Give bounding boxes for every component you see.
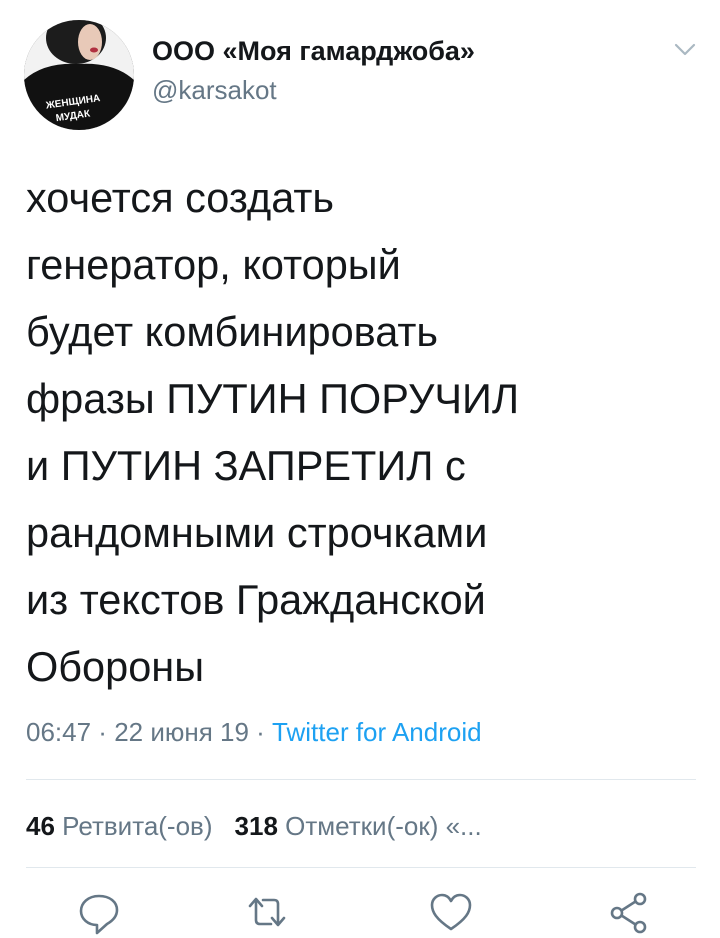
- reply-icon[interactable]: [74, 888, 124, 938]
- retweet-icon[interactable]: [242, 888, 292, 938]
- retweets-count[interactable]: 46: [26, 811, 55, 841]
- divider: [26, 867, 696, 868]
- chevron-down-icon[interactable]: [672, 40, 698, 60]
- likes-label[interactable]: Отметки(-ок) «...: [285, 811, 482, 841]
- retweets-label[interactable]: Ретвита(-ов): [62, 811, 212, 841]
- tweet-header: ЖЕНЩИНА МУДАК ООО «Моя гамарджоба» @kars…: [0, 0, 720, 150]
- avatar[interactable]: ЖЕНЩИНА МУДАК: [24, 20, 134, 130]
- tweet-time: 06:47: [26, 717, 92, 747]
- tweet-source-link[interactable]: Twitter for Android: [272, 717, 482, 747]
- user-names: ООО «Моя гамарджоба» @karsakot: [152, 34, 475, 108]
- share-icon[interactable]: [604, 888, 654, 938]
- action-bar: [0, 888, 720, 938]
- heart-icon[interactable]: [426, 888, 476, 938]
- tweet-text: хочется создать генератор, который будет…: [26, 174, 520, 690]
- meta-separator: ·: [91, 717, 115, 747]
- tweet-meta: 06:47 · 22 июня 19 · Twitter for Android: [26, 712, 482, 752]
- user-handle[interactable]: @karsakot: [152, 72, 475, 108]
- likes-count[interactable]: 318: [235, 811, 278, 841]
- meta-separator: ·: [248, 717, 273, 747]
- tweet-date: 22 июня 19: [114, 717, 249, 747]
- display-name[interactable]: ООО «Моя гамарджоба»: [152, 34, 475, 68]
- tweet-stats: 46 Ретвита(-ов) 318 Отметки(-ок) «...: [26, 806, 482, 846]
- divider: [26, 779, 696, 780]
- avatar-image: ЖЕНЩИНА МУДАК: [24, 20, 134, 130]
